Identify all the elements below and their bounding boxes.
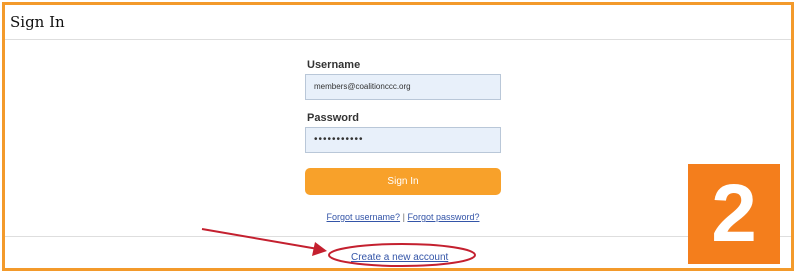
bottom-divider xyxy=(5,236,791,237)
forgot-links: Forgot username? | Forgot password? xyxy=(305,212,501,222)
top-divider xyxy=(5,39,791,40)
sign-in-button[interactable]: Sign In xyxy=(305,168,501,195)
links-separator: | xyxy=(402,212,405,222)
password-field[interactable]: ••••••••••• xyxy=(305,127,501,153)
create-account-link[interactable]: Create a new account xyxy=(351,252,448,263)
password-label: Password xyxy=(307,112,359,124)
step-number-badge: 2 xyxy=(688,164,780,264)
forgot-password-link[interactable]: Forgot password? xyxy=(407,212,479,222)
username-field[interactable]: members@coalitionccc.org xyxy=(305,74,501,100)
sign-in-panel: Sign In Username members@coalitionccc.or… xyxy=(2,2,794,271)
forgot-username-link[interactable]: Forgot username? xyxy=(327,212,401,222)
username-label: Username xyxy=(307,59,361,71)
page-title: Sign In xyxy=(10,13,65,31)
